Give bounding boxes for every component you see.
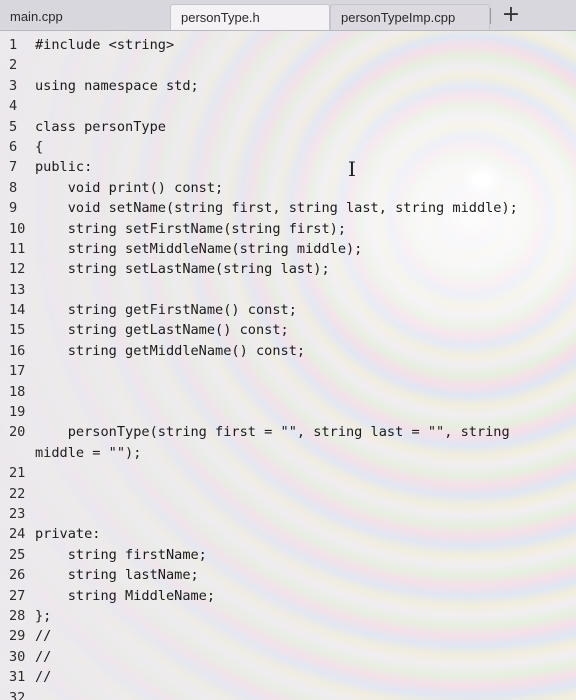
- code-text: {: [35, 138, 44, 155]
- code-text: private:: [35, 526, 101, 543]
- line-number: 24: [9, 526, 26, 543]
- code-line[interactable]: 11 string setMiddleName(string middle);: [0, 239, 576, 259]
- line-number: 25: [9, 546, 26, 563]
- code-line[interactable]: 2: [0, 55, 576, 75]
- tab-label: main.cpp: [10, 9, 63, 24]
- line-number: 18: [9, 383, 26, 400]
- code-line[interactable]: 30 //: [0, 647, 576, 667]
- code-line[interactable]: 28};: [0, 606, 576, 626]
- code-text: #include <string>: [35, 37, 175, 53]
- code-line[interactable]: 6{: [0, 137, 576, 157]
- code-line[interactable]: 10 string setFirstName(string first);: [0, 219, 576, 239]
- line-number: 15: [9, 322, 26, 339]
- tab-persontype-h[interactable]: personType.h: [170, 4, 330, 30]
- code-text: };: [35, 607, 52, 624]
- line-number: 2: [9, 57, 18, 74]
- code-text: //: [35, 669, 52, 686]
- line-number: 11: [9, 240, 26, 257]
- code-line[interactable]: 24 private:: [0, 524, 576, 544]
- code-line[interactable]: 7 public:: [0, 157, 576, 177]
- code-line[interactable]: 20 personType(string first = "", string …: [0, 422, 576, 463]
- code-text: string getFirstName() const;: [35, 302, 297, 319]
- code-line[interactable]: 26 string lastName;: [0, 565, 576, 585]
- code-lines: 1 #include <string> 2 3 using namespace std;…: [0, 35, 576, 700]
- code-line[interactable]: 29 //: [0, 626, 576, 646]
- code-text: class personType: [35, 118, 166, 135]
- code-text: string setMiddleName(string middle);: [35, 240, 363, 257]
- code-text: void setName(string first, string last, …: [35, 200, 518, 217]
- tab-label: personTypeImp.cpp: [341, 10, 456, 25]
- line-number: 12: [9, 261, 26, 278]
- line-number: 20: [9, 424, 26, 441]
- code-text: //: [35, 648, 52, 665]
- code-text: string getMiddleName() const;: [35, 342, 306, 359]
- code-line[interactable]: 1 #include <string>: [0, 35, 576, 55]
- line-number: 6: [9, 138, 18, 155]
- code-line[interactable]: 31 //: [0, 667, 576, 687]
- code-text: string getLastName() const;: [35, 322, 289, 339]
- code-line[interactable]: 19: [0, 402, 576, 422]
- code-line[interactable]: 27 string MiddleName;: [0, 586, 576, 606]
- line-number: 30: [9, 648, 26, 665]
- line-number: 16: [9, 342, 26, 359]
- code-line[interactable]: 18: [0, 382, 576, 402]
- code-line[interactable]: 3 using namespace std;: [0, 76, 576, 96]
- line-number: 17: [9, 363, 26, 380]
- line-number: 14: [9, 302, 26, 319]
- code-line[interactable]: 16 string getMiddleName() const;: [0, 341, 576, 361]
- line-number: 23: [9, 506, 26, 522]
- line-number: 21: [9, 465, 26, 482]
- tab-separator: [490, 8, 491, 24]
- code-text-wrapped: middle = "");: [35, 444, 142, 461]
- line-number: 3: [9, 77, 18, 94]
- code-text: string MiddleName;: [35, 587, 216, 604]
- code-line[interactable]: 14 string getFirstName() const;: [0, 300, 576, 320]
- line-number: 8: [9, 179, 18, 196]
- tab-main-cpp[interactable]: main.cpp: [0, 4, 170, 30]
- code-text: using namespace std;: [35, 77, 199, 94]
- code-line[interactable]: 12 string setLastName(string last);: [0, 259, 576, 279]
- code-line[interactable]: 9 void setName(string first, string last…: [0, 198, 576, 218]
- line-number: 26: [9, 567, 26, 584]
- code-text: string firstName;: [35, 546, 207, 563]
- code-line[interactable]: 5 class personType: [0, 117, 576, 137]
- line-number: 1: [9, 37, 18, 53]
- line-number: 10: [9, 220, 26, 237]
- add-tab-button[interactable]: +: [496, 2, 526, 28]
- code-text: string setLastName(string last);: [35, 261, 330, 278]
- line-number: 27: [9, 587, 26, 604]
- line-number: 9: [9, 200, 18, 217]
- line-number: 4: [9, 98, 18, 115]
- line-number: 7: [9, 159, 18, 176]
- code-line[interactable]: 21: [0, 463, 576, 483]
- code-text: void print() const;: [35, 179, 224, 196]
- code-line[interactable]: 15 string getLastName() const;: [0, 320, 576, 340]
- tab-persontypeimp-cpp[interactable]: personTypeImp.cpp: [330, 4, 490, 30]
- line-number: 31: [9, 669, 26, 686]
- code-text: //: [35, 628, 52, 645]
- line-number: 32: [9, 689, 26, 700]
- code-text: string lastName;: [35, 567, 199, 584]
- tab-bar: main.cpp personType.h personTypeImp.cpp …: [0, 0, 576, 31]
- code-line[interactable]: 4: [0, 96, 576, 116]
- code-line[interactable]: 8 void print() const;: [0, 178, 576, 198]
- code-editor[interactable]: I 1 #include <string> 2 3 using namespace st…: [0, 31, 576, 700]
- code-line[interactable]: 22: [0, 484, 576, 504]
- text-cursor-icon: I: [348, 157, 356, 181]
- line-number: 22: [9, 485, 26, 502]
- code-text: string setFirstName(string first);: [35, 220, 346, 237]
- line-number: 29: [9, 628, 26, 645]
- code-line[interactable]: 25 string firstName;: [0, 545, 576, 565]
- line-number: 13: [9, 281, 26, 298]
- code-line[interactable]: 23: [0, 504, 576, 524]
- code-line[interactable]: 13: [0, 280, 576, 300]
- line-number: 5: [9, 118, 18, 135]
- line-number: 19: [9, 404, 26, 421]
- code-text: public:: [35, 159, 93, 176]
- code-text: personType(string first = "", string las…: [35, 424, 510, 441]
- code-line[interactable]: 32: [0, 688, 576, 700]
- tab-label: personType.h: [181, 10, 260, 25]
- code-line[interactable]: 17: [0, 361, 576, 381]
- line-number: 28: [9, 607, 26, 624]
